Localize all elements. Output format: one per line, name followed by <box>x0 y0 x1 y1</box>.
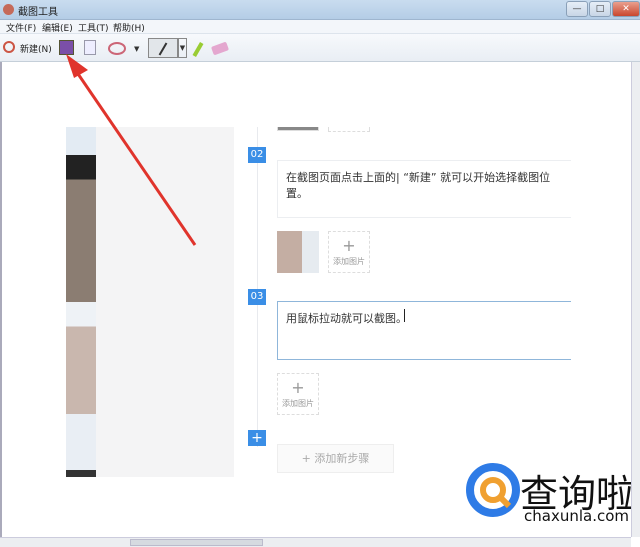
arrow-shaft <box>72 67 197 246</box>
arrow-head <box>66 54 88 78</box>
horizontal-scrollbar[interactable] <box>0 537 631 547</box>
watermark-url: chaxunla.com <box>524 507 629 525</box>
vertical-scrollbar[interactable] <box>631 62 640 537</box>
watermark-logo-icon <box>466 463 520 517</box>
scroll-thumb[interactable] <box>130 539 263 546</box>
